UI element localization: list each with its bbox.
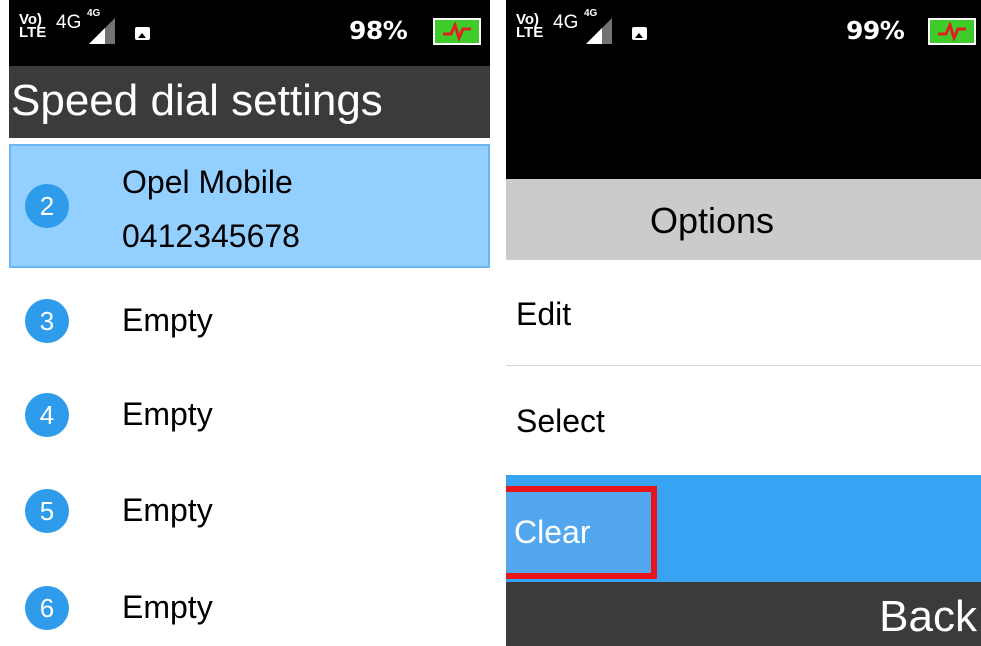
speed-dial-item-2[interactable]: 2 Opel Mobile 0412345678 [9, 144, 490, 268]
options-screen: Vo) LTE 4G 4G 99% Options Edit Select Cl… [506, 0, 981, 646]
signal-icon [586, 18, 612, 44]
background-area [506, 66, 981, 179]
menu-item-edit[interactable]: Edit [516, 296, 571, 333]
gallery-icon [135, 27, 150, 40]
gallery-icon [632, 27, 647, 40]
battery-percent: 99% [846, 16, 905, 45]
battery-charging-icon [928, 18, 976, 45]
status-bar: Vo) LTE 4G 4G 99% [506, 0, 981, 66]
sim-network-type: 4G [584, 8, 598, 19]
contact-phone: 0412345678 [122, 218, 300, 254]
contact-name: Opel Mobile [122, 164, 293, 200]
speed-dial-number: 3 [25, 299, 69, 343]
volte-icon: Vo) LTE [516, 11, 544, 41]
volte-icon: Vo) LTE [19, 11, 47, 41]
menu-item-select[interactable]: Select [516, 403, 605, 440]
speed-dial-screen: Vo) LTE 4G 4G 98% Speed dial settings 2 … [9, 0, 490, 646]
speed-dial-label: Empty [122, 396, 213, 432]
battery-charging-icon [433, 18, 481, 45]
speed-dial-number: 6 [25, 586, 69, 630]
speed-dial-item-4[interactable]: 4 Empty [9, 368, 490, 464]
speed-dial-label: Empty [122, 589, 213, 625]
battery-percent: 98% [349, 16, 408, 45]
annotation-highlight-box [506, 486, 657, 579]
speed-dial-item-6[interactable]: 6 Empty [9, 560, 490, 646]
back-softkey[interactable]: Back [879, 592, 977, 642]
signal-icon [89, 18, 115, 44]
speed-dial-number: 5 [25, 489, 69, 533]
sim-network-type: 4G [87, 8, 101, 19]
speed-dial-label: Empty [122, 492, 213, 528]
speed-dial-item-5[interactable]: 5 Empty [9, 464, 490, 560]
network-type: 4G [56, 12, 82, 33]
speed-dial-item-3[interactable]: 3 Empty [9, 272, 490, 368]
page-title: Speed dial settings [11, 76, 383, 125]
menu-divider [506, 365, 981, 366]
options-title: Options [649, 200, 775, 241]
status-bar: Vo) LTE 4G 4G 98% [9, 0, 490, 66]
speed-dial-label: Empty [122, 302, 213, 338]
network-type: 4G [553, 12, 579, 33]
speed-dial-number: 4 [25, 393, 69, 437]
speed-dial-number: 2 [25, 184, 69, 228]
